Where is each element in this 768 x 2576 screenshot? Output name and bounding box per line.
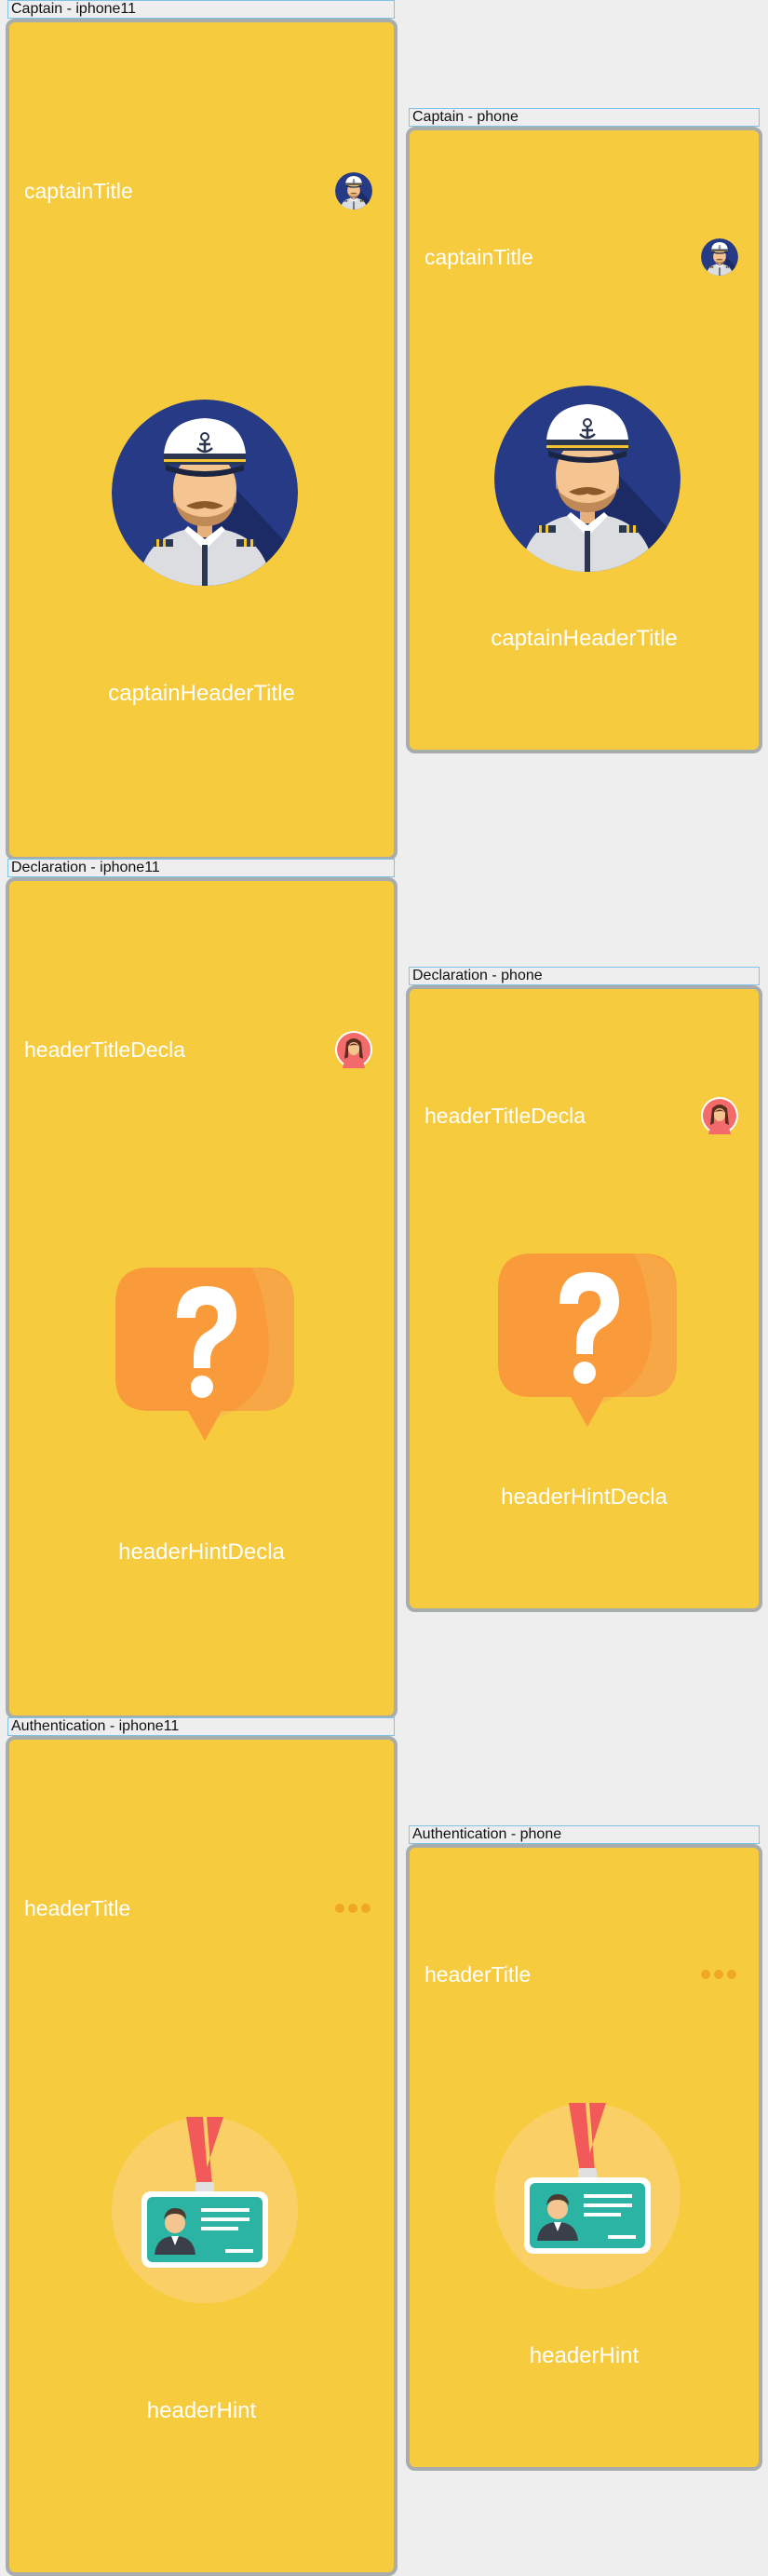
screen-title: headerTitleDecla (24, 1037, 186, 1062)
woman-avatar-icon[interactable] (335, 1031, 372, 1068)
screen-declaration-phone: headerTitleDecla headerHintDecla (406, 985, 762, 1612)
loading-dots-icon[interactable] (700, 1968, 737, 1981)
screen-title: headerTitle (24, 1896, 131, 1920)
screen-captain-iphone11: captainTitle captainHeaderTitle (6, 19, 397, 861)
header-hint: headerHintDecla (118, 1539, 285, 1565)
captain-avatar-icon[interactable] (335, 172, 372, 210)
frame-label-captain-iphone11: Captain - iphone11 (7, 0, 395, 19)
screen-authentication-phone: headerTitle headerHint (406, 1844, 762, 2471)
id-badge-icon (112, 2117, 298, 2303)
header-title: captainHeaderTitle (491, 626, 678, 651)
screen-declaration-iphone11: headerTitleDecla headerHintDecla (6, 877, 397, 1719)
screen-title: headerTitleDecla (424, 1104, 586, 1128)
frame-label-authentication-iphone11: Authentication - iphone11 (7, 1717, 395, 1736)
screen-title: captainTitle (424, 245, 533, 269)
header-hint: headerHintDecla (501, 1485, 667, 1510)
frame-label-declaration-phone: Declaration - phone (409, 967, 760, 985)
question-bubble-icon (112, 1258, 298, 1444)
captain-illustration (112, 400, 298, 586)
id-badge-icon (494, 2103, 680, 2289)
frame-label-declaration-iphone11: Declaration - iphone11 (7, 859, 395, 877)
question-bubble-icon (494, 1244, 680, 1430)
frame-label-captain-phone: Captain - phone (409, 108, 760, 127)
frame-label-authentication-phone: Authentication - phone (409, 1825, 760, 1844)
screen-title: captainTitle (24, 179, 133, 203)
captain-illustration (494, 386, 680, 572)
screen-authentication-iphone11: headerTitle headerHint (6, 1736, 397, 2576)
screen-title: headerTitle (424, 1962, 532, 1986)
header-hint: headerHint (529, 2343, 640, 2368)
woman-avatar-icon[interactable] (701, 1097, 738, 1134)
header-title: captainHeaderTitle (108, 681, 295, 706)
screen-captain-phone: captainTitle captainHeaderTitle (406, 127, 762, 753)
header-hint: headerHint (146, 2398, 257, 2423)
captain-avatar-icon[interactable] (701, 238, 738, 276)
loading-dots-icon[interactable] (334, 1902, 371, 1915)
